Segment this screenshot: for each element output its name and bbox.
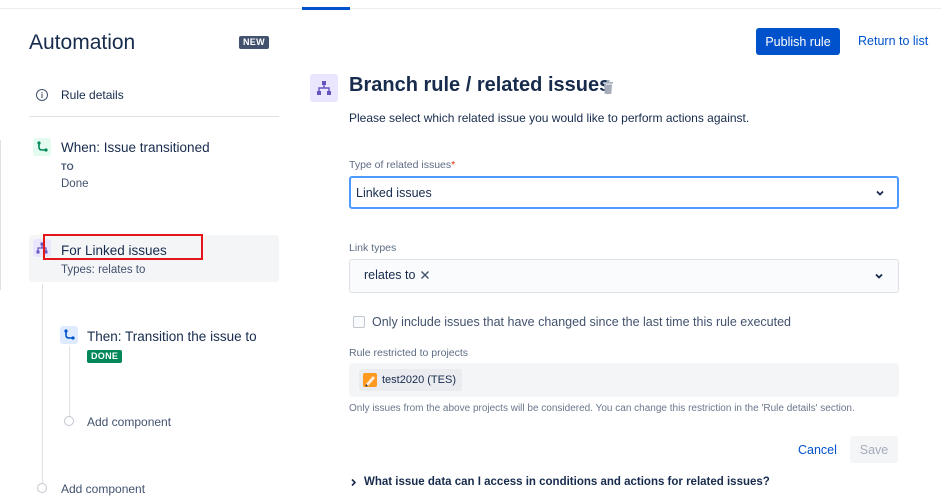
only-changed-issues-label[interactable]: Only include issues that have changed si… [372,315,791,329]
link-types-select[interactable]: relates to [349,259,899,293]
type-field-label-text: Type of related issues [349,159,452,171]
link-types-label: Link types [349,242,397,254]
trigger-component[interactable]: When: Issue transitioned [61,140,210,155]
detail-description: Please select which related issue you wo… [349,111,750,125]
inner-connector-line [69,346,70,418]
only-changed-issues-checkbox[interactable] [353,316,365,328]
trigger-status: Done [61,178,89,190]
chevron-down-icon [876,190,884,196]
type-of-related-issues-select[interactable]: Linked issues [349,176,899,209]
left-edge-divider [0,140,1,290]
detail-title: Branch rule / related issues [349,74,611,96]
select-value: Linked issues [356,186,432,200]
action-icon [60,326,78,344]
new-badge: NEW [239,36,269,49]
cancel-button[interactable]: Cancel [790,436,845,463]
type-field-label: Type of related issues* [349,159,455,171]
chevron-right-icon [351,478,357,486]
chevron-down-icon [875,273,883,279]
projects-label: Rule restricted to projects [349,347,469,359]
project-chip: test2020 (TES) [359,369,462,391]
faq-expander[interactable]: What issue data can I access in conditio… [349,476,770,488]
project-name: test2020 (TES) [382,374,456,386]
trigger-icon [33,138,51,156]
publish-rule-button[interactable]: Publish rule [756,28,840,55]
add-component-outer[interactable]: Add component [61,482,145,496]
highlight-annotation [43,234,203,260]
remove-tag-icon[interactable] [419,269,431,281]
top-border [0,8,941,9]
save-button[interactable]: Save [850,436,898,463]
automation-rule-editor: Automation NEW i Rule details When: Issu… [0,0,941,498]
add-component-dot-icon [37,483,47,493]
add-component-dot-icon [64,416,74,426]
trigger-to-label: TO [61,162,74,172]
project-avatar-icon [363,373,377,387]
trash-icon[interactable] [603,80,613,94]
active-tab-indicator [302,7,350,10]
add-component-inner[interactable]: Add component [87,415,171,429]
restricted-projects-box: test2020 (TES) [349,363,899,397]
action-component[interactable]: Then: Transition the issue to [87,329,257,344]
rule-details-label: Rule details [61,88,124,102]
info-icon: i [36,89,48,101]
branch-icon [310,74,338,102]
return-to-list-link[interactable]: Return to list [858,34,928,48]
rule-details-item[interactable]: i Rule details [36,88,124,102]
sidebar-divider [29,116,279,117]
done-status-lozenge: DONE [87,350,123,363]
projects-helper-text: Only issues from the above projects will… [349,403,855,414]
link-type-tag: relates to [364,268,416,282]
faq-label: What issue data can I access in conditio… [364,476,770,488]
app-title: Automation [29,31,136,54]
branch-component-subtitle: Types: relates to [61,264,146,276]
required-mark: * [451,159,456,171]
outer-connector-line [42,284,43,484]
